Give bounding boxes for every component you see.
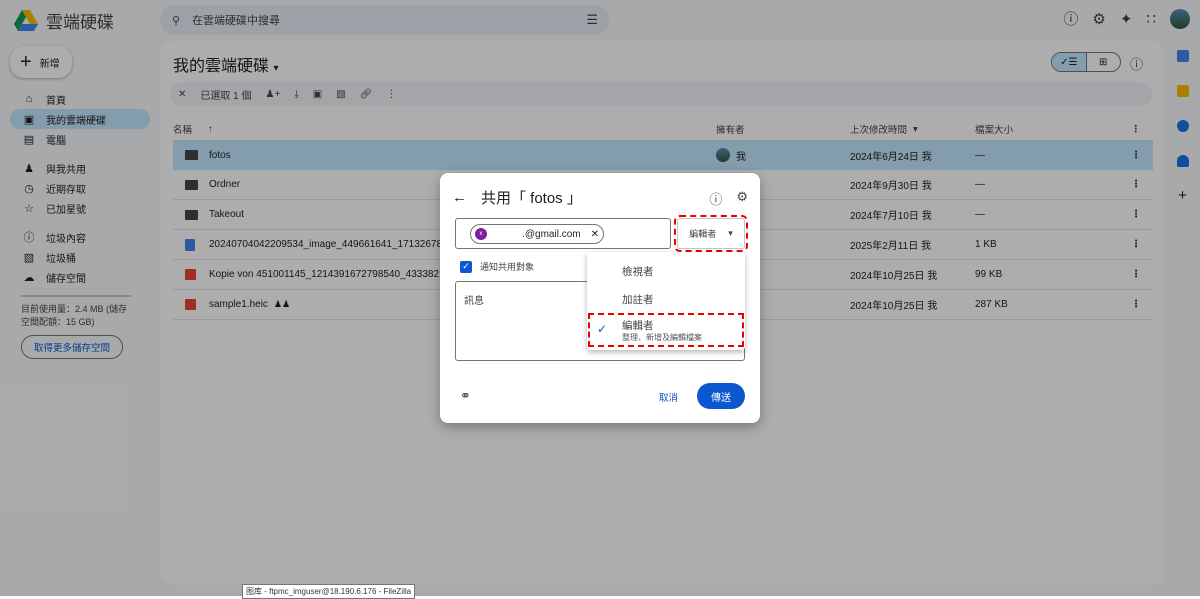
recipient-avatar: x [475, 228, 487, 240]
remove-recipient-icon[interactable]: ✕ [591, 229, 599, 240]
recipient-input[interactable]: x .@gmail.com ✕ [455, 218, 671, 249]
settings-icon[interactable]: ⚙ [736, 189, 748, 208]
recipient-chip[interactable]: x .@gmail.com ✕ [470, 224, 604, 244]
role-label: 加註者 [622, 294, 654, 306]
role-value: 編輯者 [689, 229, 717, 239]
back-arrow-icon[interactable]: ← [452, 189, 467, 206]
role-label: 檢視者 [622, 266, 654, 278]
send-button[interactable]: 傳送 [697, 383, 745, 409]
checkbox-checked-icon[interactable]: ✓ [460, 260, 472, 273]
dialog-title: 共用「 fotos 」 [481, 190, 582, 207]
role-menu: 檢視者 加註者 ✓ 編輯者 整理、新增及編輯檔案 [587, 252, 745, 350]
role-option-viewer[interactable]: 檢視者 [587, 256, 745, 284]
copy-link-icon[interactable]: ⚭ [460, 388, 471, 404]
notify-label: 通知共用對象 [480, 262, 535, 272]
help-icon[interactable]: ⓘ [709, 189, 722, 208]
role-option-commenter[interactable]: 加註者 [587, 284, 745, 312]
taskbar-tooltip: 图库 - ftpmc_imguser@18.190.6.176 - FileZi… [242, 584, 416, 599]
message-placeholder: 訊息 [464, 296, 484, 307]
role-dropdown[interactable]: 編輯者 ▾ [674, 215, 748, 252]
caret-down-icon: ▾ [728, 228, 733, 238]
role-description: 整理、新增及編輯檔案 [622, 333, 702, 342]
recipient-email: .@gmail.com [522, 228, 581, 240]
check-icon: ✓ [597, 322, 608, 336]
notify-checkbox[interactable]: ✓ 通知共用對象 [460, 260, 534, 273]
role-label: 編輯者 [622, 320, 654, 332]
role-option-editor[interactable]: ✓ 編輯者 整理、新增及編輯檔案 [587, 312, 745, 348]
cancel-button[interactable]: 取消 [659, 390, 678, 404]
